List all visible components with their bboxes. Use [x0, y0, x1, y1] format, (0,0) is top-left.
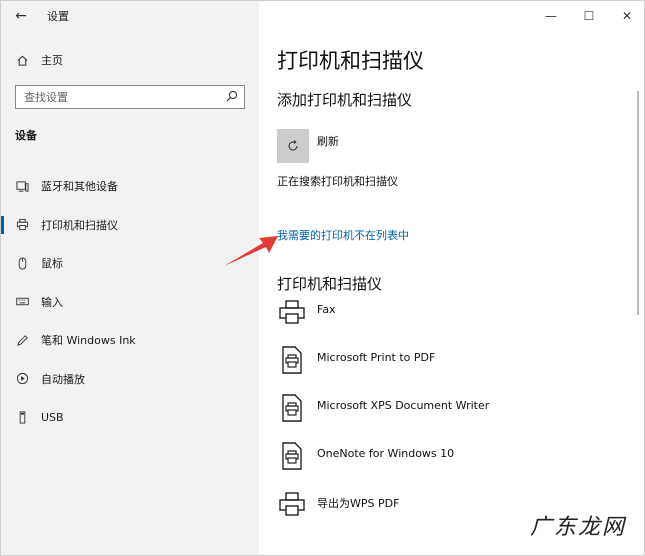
- document-printer-icon: [277, 345, 307, 375]
- printer-icon: [15, 218, 29, 232]
- printer-item-print-to-pdf[interactable]: Microsoft Print to PDF: [277, 345, 617, 393]
- sidebar-item-label: 鼠标: [41, 257, 63, 271]
- refresh-button[interactable]: [277, 129, 309, 163]
- document-printer-icon: [277, 441, 307, 471]
- back-button[interactable]: ←: [1, 1, 41, 31]
- sidebar-item-label: 笔和 Windows Ink: [41, 334, 136, 348]
- printer-name: OneNote for Windows 10: [317, 447, 455, 460]
- search-icon[interactable]: [226, 90, 238, 105]
- refresh-label[interactable]: 刷新: [317, 133, 339, 149]
- maximize-icon: ☐: [583, 9, 595, 23]
- sidebar-item-usb[interactable]: USB: [1, 398, 259, 437]
- sidebar: ← 设置 主页 设备 蓝牙和其他设备: [1, 1, 259, 555]
- printer-name: Microsoft XPS Document Writer: [317, 399, 490, 412]
- close-button[interactable]: ✕: [608, 1, 644, 31]
- watermark-logo: 广东龙网: [529, 515, 626, 540]
- search-input[interactable]: [24, 90, 214, 104]
- keyboard-icon: [15, 295, 29, 309]
- bluetooth-devices-icon: [15, 179, 29, 193]
- sidebar-item-bluetooth[interactable]: 蓝牙和其他设备: [1, 167, 259, 206]
- settings-window: ← 设置 主页 设备 蓝牙和其他设备: [0, 0, 645, 556]
- annotation-arrow-icon: [224, 236, 278, 266]
- app-title: 设置: [47, 10, 69, 23]
- sidebar-item-label: 主页: [41, 54, 63, 67]
- printer-icon: [277, 489, 307, 519]
- mouse-icon: [15, 256, 29, 270]
- printer-item-xps-writer[interactable]: Microsoft XPS Document Writer: [277, 393, 617, 441]
- close-icon: ✕: [621, 9, 633, 23]
- minimize-icon: —: [545, 9, 557, 23]
- window-controls: — ☐ ✕: [532, 1, 644, 31]
- sidebar-item-label: 输入: [41, 295, 63, 309]
- home-icon: [15, 53, 29, 67]
- minimize-button[interactable]: —: [532, 1, 570, 31]
- missing-printer-link[interactable]: 我需要的打印机不在列表中: [277, 227, 409, 243]
- sidebar-item-label: USB: [41, 410, 64, 424]
- sidebar-item-autoplay[interactable]: 自动播放: [1, 360, 259, 399]
- scrollbar[interactable]: [637, 91, 639, 315]
- sidebar-item-label: 自动播放: [41, 372, 85, 386]
- refresh-icon: [288, 140, 298, 151]
- sidebar-nav: 蓝牙和其他设备 打印机和扫描仪 鼠标 输入 笔和 Windows Ink 自动播…: [1, 167, 259, 437]
- add-section-title: 添加打印机和扫描仪: [277, 91, 413, 109]
- printer-item-fax[interactable]: Fax: [277, 297, 617, 345]
- printer-name: 导出为WPS PDF: [317, 497, 400, 510]
- pen-icon: [15, 333, 29, 347]
- sidebar-item-typing[interactable]: 输入: [1, 283, 259, 322]
- content-pane: — ☐ ✕ 打印机和扫描仪 添加打印机和扫描仪 刷新 正在搜索打印机和扫描仪 我…: [259, 1, 644, 555]
- document-printer-icon: [277, 393, 307, 423]
- maximize-button[interactable]: ☐: [570, 1, 608, 31]
- printer-name: Fax: [317, 303, 336, 316]
- printers-section-title: 打印机和扫描仪: [277, 275, 383, 293]
- printer-item-onenote[interactable]: OneNote for Windows 10: [277, 441, 617, 489]
- sidebar-item-pen[interactable]: 笔和 Windows Ink: [1, 321, 259, 360]
- printer-list: Fax Microsoft Print to PDF Microsoft XPS…: [277, 297, 617, 537]
- printer-name: Microsoft Print to PDF: [317, 351, 436, 364]
- searching-status: 正在搜索打印机和扫描仪: [277, 175, 398, 188]
- sidebar-item-label: 打印机和扫描仪: [41, 218, 118, 232]
- search-box[interactable]: [15, 85, 245, 109]
- title-bar: ← 设置: [1, 1, 259, 31]
- usb-icon: [15, 410, 29, 424]
- sidebar-item-label: 蓝牙和其他设备: [41, 180, 118, 194]
- autoplay-icon: [15, 372, 29, 386]
- back-arrow-icon: ←: [15, 8, 27, 24]
- fax-printer-icon: [277, 297, 307, 327]
- sidebar-item-home[interactable]: 主页: [1, 47, 259, 73]
- sidebar-section-title: 设备: [15, 129, 37, 142]
- page-title: 打印机和扫描仪: [277, 49, 424, 73]
